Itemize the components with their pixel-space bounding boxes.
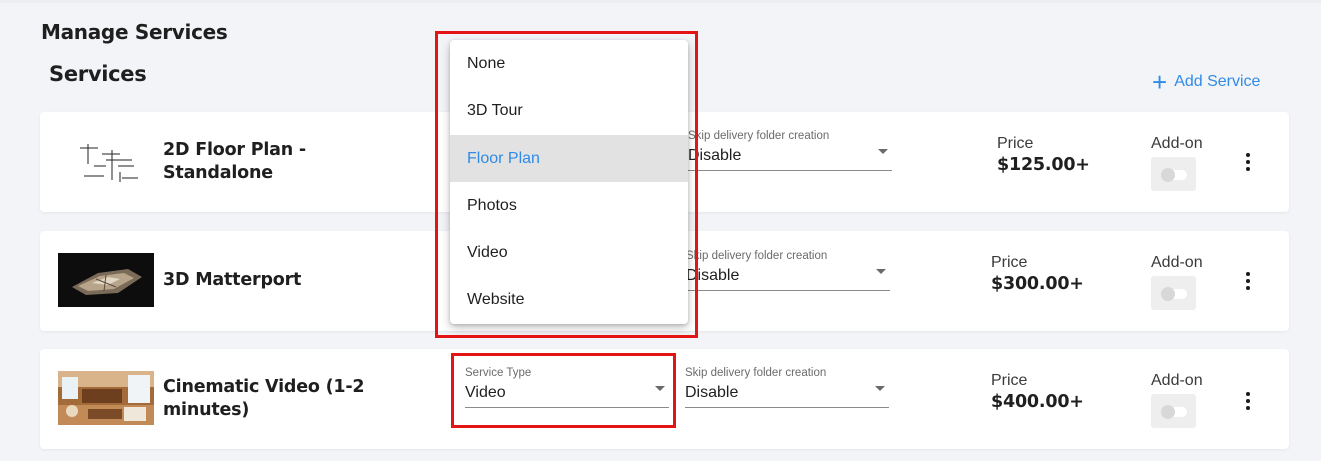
services-heading: Services	[49, 62, 147, 86]
skip-folder-value: Disable	[688, 147, 742, 164]
addon-toggle[interactable]	[1151, 157, 1196, 191]
toggle-knob	[1161, 287, 1175, 301]
toggle-knob	[1161, 168, 1175, 182]
skip-folder-label: Skip delivery folder creation	[686, 250, 828, 262]
dropdown-option-website[interactable]: Website	[450, 276, 688, 323]
dropdown-caret-icon	[875, 386, 885, 391]
price-label: Price	[997, 135, 1034, 152]
price-block: Price $125.00+	[997, 135, 1090, 175]
more-options-icon[interactable]	[1243, 272, 1253, 292]
price-value: $400.00+	[991, 392, 1084, 412]
addon-toggle[interactable]	[1151, 276, 1196, 310]
toggle-knob	[1161, 405, 1175, 419]
top-divider	[0, 0, 1321, 3]
service-type-dropdown-menu: None 3D Tour Floor Plan Photos Video Web…	[450, 40, 688, 324]
price-block: Price $300.00+	[991, 254, 1084, 294]
more-options-icon[interactable]	[1243, 153, 1253, 173]
page-title: Manage Services	[41, 20, 228, 44]
add-service-button[interactable]: + Add Service	[1152, 67, 1261, 97]
skip-folder-value: Disable	[686, 267, 740, 284]
service-type-value: Video	[465, 384, 506, 401]
dropdown-option-floor-plan[interactable]: Floor Plan	[450, 135, 688, 182]
matterport-thumbnail	[58, 253, 154, 307]
dropdown-option-photos[interactable]: Photos	[450, 182, 688, 229]
add-service-label: Add Service	[1174, 73, 1261, 90]
service-name: 2D Floor Plan - Standalone	[163, 140, 306, 183]
dropdown-option-3d-tour[interactable]: 3D Tour	[450, 87, 688, 134]
addon-label: Add-on	[1151, 254, 1203, 271]
service-name: Cinematic Video (1-2 minutes)	[163, 377, 365, 420]
plus-icon: +	[1152, 67, 1168, 97]
cinematic-video-thumbnail	[58, 371, 154, 425]
dropdown-option-none[interactable]: None	[450, 40, 688, 87]
dropdown-caret-icon	[655, 386, 665, 391]
skip-folder-value: Disable	[685, 384, 739, 401]
addon-block: Add-on	[1151, 254, 1203, 310]
dropdown-option-video[interactable]: Video	[450, 229, 688, 276]
price-label: Price	[991, 254, 1028, 271]
skip-folder-select[interactable]: Skip delivery folder creation Disable	[688, 129, 892, 171]
skip-folder-label: Skip delivery folder creation	[688, 130, 830, 142]
dropdown-caret-icon	[876, 269, 886, 274]
addon-block: Add-on	[1151, 135, 1203, 191]
more-options-icon[interactable]	[1243, 392, 1253, 412]
addon-block: Add-on	[1151, 372, 1203, 428]
service-name: 3D Matterport	[163, 270, 302, 290]
price-label: Price	[991, 372, 1028, 389]
addon-label: Add-on	[1151, 372, 1203, 389]
skip-folder-select[interactable]: Skip delivery folder creation Disable	[685, 366, 889, 408]
price-value: $125.00+	[997, 155, 1090, 175]
price-block: Price $400.00+	[991, 372, 1084, 412]
service-type-select[interactable]: Service Type Video	[465, 366, 669, 408]
service-card: Cinematic Video (1-2 minutes) Service Ty…	[40, 349, 1289, 449]
addon-toggle[interactable]	[1151, 394, 1196, 428]
skip-folder-label: Skip delivery folder creation	[685, 367, 827, 379]
price-value: $300.00+	[991, 274, 1084, 294]
service-type-label: Service Type	[465, 367, 532, 379]
addon-label: Add-on	[1151, 135, 1203, 152]
skip-folder-select[interactable]: Skip delivery folder creation Disable	[686, 249, 890, 291]
dropdown-caret-icon	[878, 149, 888, 154]
floor-plan-thumbnail	[58, 136, 154, 190]
